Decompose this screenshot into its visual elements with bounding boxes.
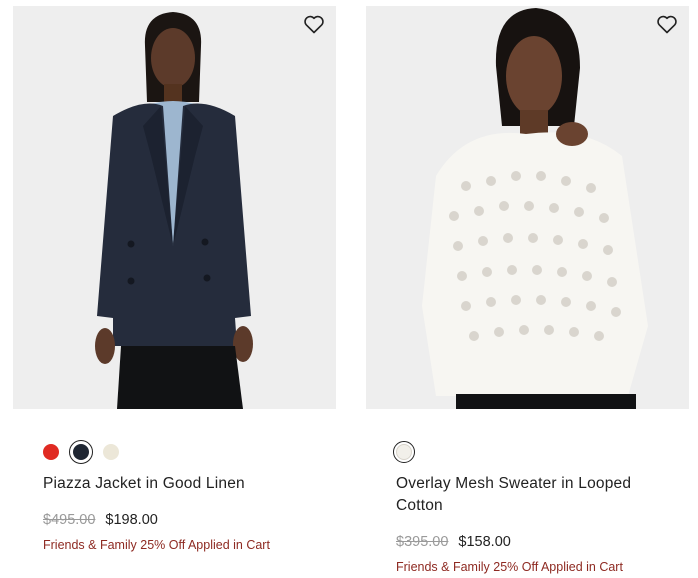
promo-text: Friends & Family 25% Off Applied in Cart [396, 560, 623, 574]
heart-outline-icon[interactable] [655, 12, 679, 36]
sale-price: $198.00 [105, 512, 158, 528]
swatch-cream[interactable] [103, 444, 119, 460]
swatch-red[interactable] [43, 444, 59, 460]
product-name[interactable]: Overlay Mesh Sweater in Looped Cotton [396, 473, 669, 517]
promo-text: Friends & Family 25% Off Applied in Cart [43, 538, 270, 552]
price-row: $395.00 $158.00 [396, 534, 511, 550]
color-swatches [43, 440, 119, 464]
price-row: $495.00 $198.00 [43, 512, 158, 528]
swatch-navy[interactable] [69, 440, 93, 464]
swatch-white[interactable] [393, 441, 415, 463]
sale-price: $158.00 [458, 534, 511, 550]
original-price: $495.00 [43, 512, 96, 528]
heart-outline-icon[interactable] [302, 12, 326, 36]
model-illustration [366, 6, 689, 409]
product-image[interactable] [13, 6, 336, 409]
product-card[interactable]: Piazza Jacket in Good Linen $495.00 $198… [13, 6, 336, 552]
product-card[interactable]: Overlay Mesh Sweater in Looped Cotton $3… [366, 6, 689, 574]
product-image[interactable] [366, 6, 689, 409]
color-swatches [393, 441, 415, 463]
original-price: $395.00 [396, 534, 449, 550]
model-illustration [13, 6, 336, 409]
product-name[interactable]: Piazza Jacket in Good Linen [43, 473, 316, 495]
